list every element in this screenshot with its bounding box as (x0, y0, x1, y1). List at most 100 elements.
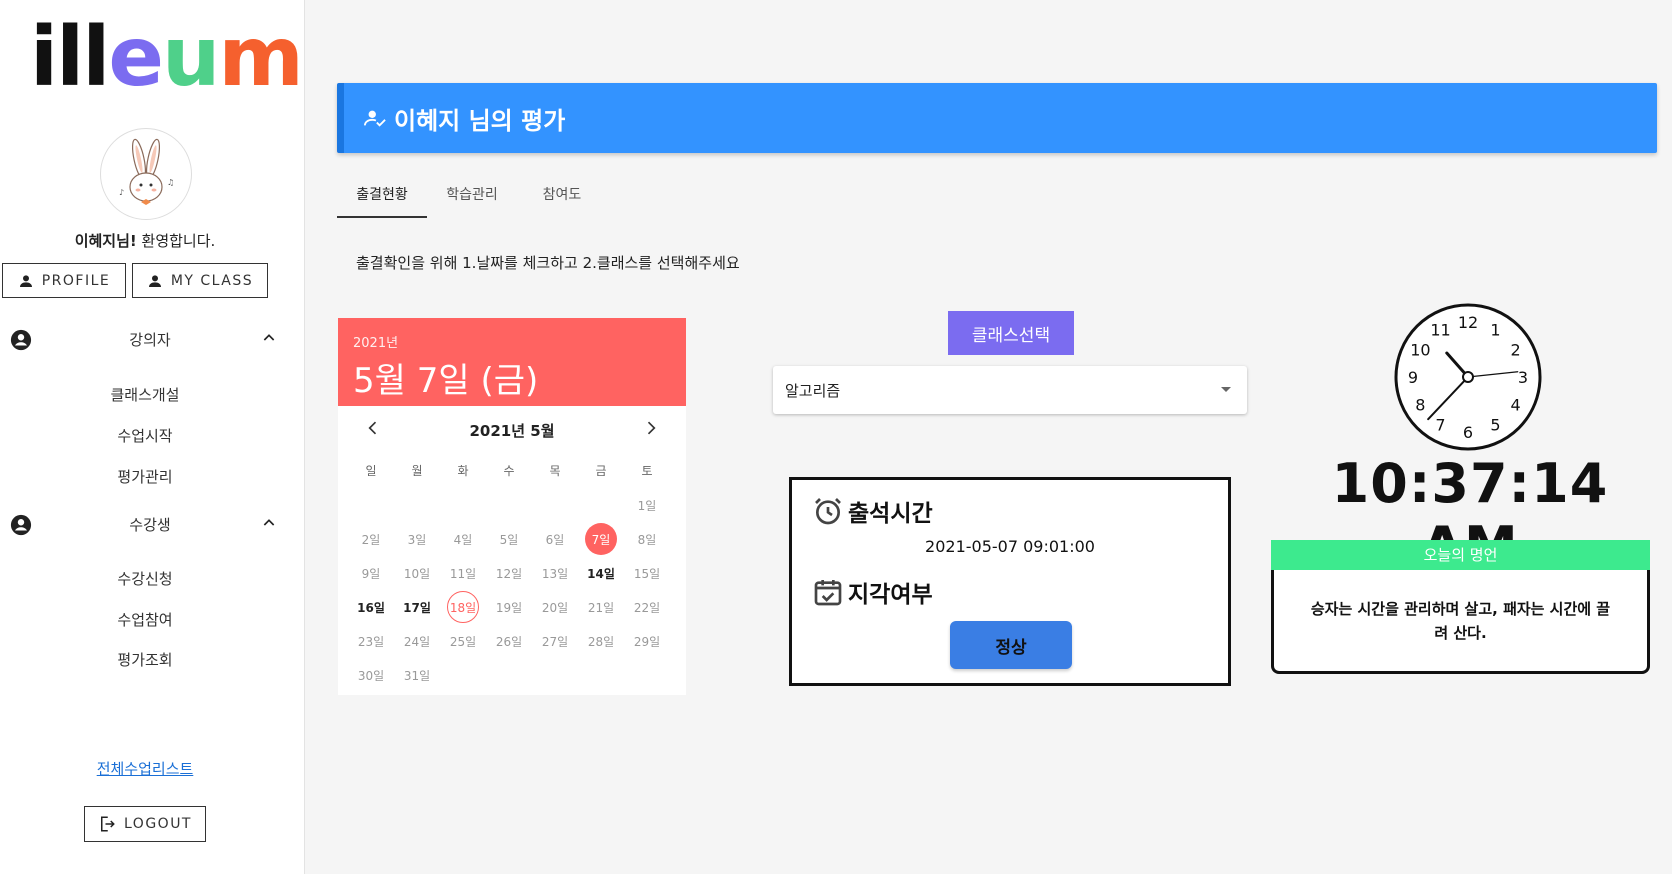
tab-bar: 출결현황 학습관리 참여도 (337, 180, 607, 218)
menu-item-evaluation-view[interactable]: 평가조회 (0, 649, 290, 670)
clock-center (1462, 371, 1474, 383)
calendar-day[interactable]: 24일 (394, 624, 440, 658)
calendar-day-label: 24일 (403, 634, 431, 649)
calendar-day[interactable]: 31일 (394, 658, 440, 692)
calendar-empty-cell (578, 488, 624, 522)
logout-button[interactable]: LOGOUT (84, 806, 206, 842)
calendar-year[interactable]: 2021년 (353, 332, 671, 351)
chevron-right-icon[interactable] (641, 418, 661, 442)
class-dropdown[interactable]: 알고리즘 (773, 366, 1247, 414)
calendar-day-label: 19일 (495, 600, 523, 615)
calendar-day[interactable]: 5일 (486, 522, 532, 556)
calendar-header: 2021년 5월 7일 (금) (338, 318, 686, 406)
calendar-day[interactable]: 18일 (440, 590, 486, 624)
calendar-day-label: 4일 (453, 532, 473, 547)
my-class-button[interactable]: MY CLASS (132, 263, 268, 298)
clock-number: 12 (1458, 313, 1478, 332)
class-select-button[interactable]: 클래스선택 (948, 311, 1074, 355)
attendance-status-button[interactable]: 정상 (950, 621, 1072, 669)
calendar-day[interactable]: 14일 (578, 556, 624, 590)
calendar-day[interactable]: 30일 (348, 658, 394, 692)
profile-button[interactable]: PROFILE (2, 263, 126, 298)
calendar-day-label: 18일 (447, 591, 479, 623)
menu-item-join-class[interactable]: 수업참여 (0, 609, 290, 630)
calendar-day[interactable]: 7일 (578, 522, 624, 556)
calendar-day-label: 6일 (545, 532, 565, 547)
chevron-up-icon (261, 330, 277, 350)
calendar-day[interactable]: 25일 (440, 624, 486, 658)
clock-number: 10 (1410, 341, 1430, 360)
calendar-month-label: 2021년 5월 (469, 421, 555, 440)
calendar-day-label: 26일 (495, 634, 523, 649)
clock-number: 6 (1463, 423, 1473, 442)
person-icon (19, 274, 32, 287)
calendar-day[interactable]: 16일 (348, 590, 394, 624)
calendar-empty-cell (440, 488, 486, 522)
calendar-day[interactable]: 17일 (394, 590, 440, 624)
svg-text:♫: ♫ (167, 178, 174, 187)
calendar-day[interactable]: 2일 (348, 522, 394, 556)
weekday-label: 화 (457, 464, 469, 478)
calendar-day[interactable]: 6일 (532, 522, 578, 556)
calendar-day-label: 8일 (637, 532, 657, 547)
illeum-logo[interactable]: illeum (30, 8, 304, 108)
tab-participation[interactable]: 참여도 (517, 180, 607, 218)
calendar-empty-cell (348, 488, 394, 522)
chevron-left-icon[interactable] (363, 418, 383, 442)
menu-item-class-start[interactable]: 수업시작 (0, 425, 290, 446)
calendar-day[interactable]: 3일 (394, 522, 440, 556)
calendar-day[interactable]: 22일 (624, 590, 670, 624)
all-classes-link[interactable]: 전체수업리스트 (0, 758, 290, 779)
instruction-text: 출결확인을 위해 1.날짜를 체크하고 2.클래스를 선택해주세요 (356, 254, 740, 272)
calendar-day[interactable]: 21일 (578, 590, 624, 624)
clock-number: 11 (1430, 320, 1450, 339)
calendar-day[interactable]: 27일 (532, 624, 578, 658)
calendar-day[interactable]: 1일 (624, 488, 670, 522)
tab-learning[interactable]: 학습관리 (427, 180, 517, 218)
calendar-day[interactable]: 11일 (440, 556, 486, 590)
quote-text: 승자는 시간을 관리하며 살고, 패자는 시간에 끌려 산다. (1271, 570, 1650, 674)
menu-item-evaluation-manage[interactable]: 평가관리 (0, 466, 290, 487)
calendar-day-label: 7일 (585, 523, 617, 555)
calendar-empty-cell (394, 488, 440, 522)
avatar: ♪ ♫ (100, 128, 192, 220)
calendar-day[interactable]: 15일 (624, 556, 670, 590)
menu-item-class-create[interactable]: 클래스개설 (0, 384, 290, 405)
menu-section-instructor[interactable]: 강의자 (0, 324, 290, 354)
calendar-day[interactable]: 10일 (394, 556, 440, 590)
calendar-day[interactable]: 13일 (532, 556, 578, 590)
calendar-empty-cell (532, 658, 578, 692)
calendar-day[interactable]: 9일 (348, 556, 394, 590)
calendar-day[interactable]: 4일 (440, 522, 486, 556)
calendar-day[interactable]: 19일 (486, 590, 532, 624)
sidebar: illeum ♪ ♫ 이혜지님! 환영합니다. PROFILE MY CLASS (0, 0, 305, 874)
quote-card: 오늘의 명언 승자는 시간을 관리하며 살고, 패자는 시간에 끌려 산다. (1271, 540, 1650, 674)
menu-section-student[interactable]: 수강생 (0, 509, 290, 539)
calendar-selected-date[interactable]: 5월 7일 (금) (353, 353, 671, 402)
tab-attendance[interactable]: 출결현황 (337, 180, 427, 218)
calendar-day-label: 13일 (541, 566, 569, 581)
clock-number: 7 (1435, 416, 1445, 435)
logout-icon (101, 816, 115, 832)
calendar-day[interactable]: 8일 (624, 522, 670, 556)
menu-item-enroll[interactable]: 수강신청 (0, 568, 290, 589)
banner-title: 이혜지 님의 평가 (394, 106, 566, 135)
calendar-day[interactable]: 26일 (486, 624, 532, 658)
weekday-label: 금 (595, 464, 607, 478)
calendar-day[interactable]: 12일 (486, 556, 532, 590)
calendar-day-label: 22일 (633, 600, 661, 615)
calendar-day[interactable]: 20일 (532, 590, 578, 624)
calendar-day-label: 15일 (633, 566, 661, 581)
calendar-day-label: 2일 (361, 532, 381, 547)
calendar-day[interactable]: 28일 (578, 624, 624, 658)
clock-number: 5 (1490, 416, 1500, 435)
calendar-empty-cell (440, 658, 486, 692)
quote-title: 오늘의 명언 (1271, 540, 1650, 570)
calendar-day-label: 23일 (357, 634, 385, 649)
weekday-label: 수 (503, 464, 515, 478)
calendar-day[interactable]: 23일 (348, 624, 394, 658)
calendar-day-label: 27일 (541, 634, 569, 649)
attendance-time-value: 2021-05-07 09:01:00 (925, 537, 1095, 556)
calendar-day[interactable]: 29일 (624, 624, 670, 658)
evaluation-banner: 이혜지 님의 평가 (337, 83, 1657, 153)
